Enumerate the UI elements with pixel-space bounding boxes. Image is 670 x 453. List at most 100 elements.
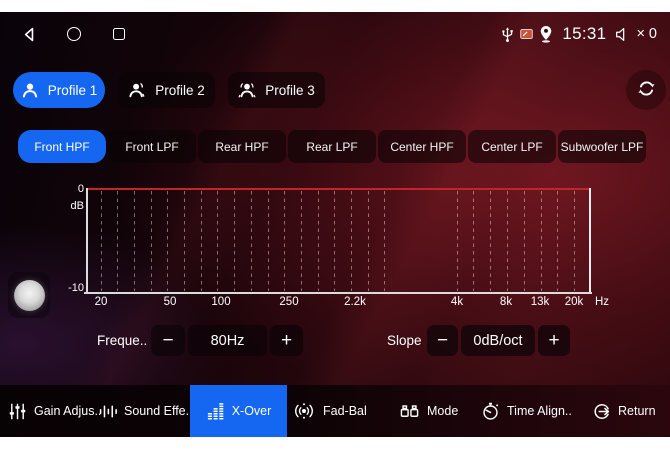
grid-line (557, 191, 558, 291)
grid-line (507, 191, 508, 291)
refresh-icon (635, 77, 658, 103)
profile-tab-3[interactable]: Profile 3 (228, 72, 325, 108)
filter-tab-label: Front HPF (34, 140, 89, 154)
nav-label: Gain Adjus.. (34, 404, 101, 418)
grid-line (368, 191, 369, 291)
stopwatch-icon (481, 402, 500, 421)
profile-tab-1[interactable]: Profile 1 (13, 72, 105, 108)
nav-return[interactable]: Return (592, 385, 656, 437)
grid-line (301, 191, 302, 291)
x-tick-label: 50 (164, 296, 177, 308)
filter-tab-rear-lpf[interactable]: Rear LPF (288, 130, 376, 163)
x-tick-label: 8k (500, 296, 512, 308)
profile-1-icon (21, 81, 39, 99)
location-icon (539, 25, 553, 43)
grid-line (151, 191, 152, 291)
storage-card-icon (520, 29, 533, 39)
x-tick-label: 2.2k (344, 296, 366, 308)
x-axis-line (84, 292, 592, 294)
filter-tab-label: Rear LPF (306, 140, 357, 154)
nav-time-align[interactable]: Time Align.. (481, 385, 572, 437)
nav-fad-bal[interactable]: Fad-Bal (292, 385, 367, 437)
slope-minus-button[interactable]: − (427, 325, 458, 356)
head-unit-screen: 15:31 × 0 Profile 1 Profile 2 Profile 3 … (0, 12, 670, 437)
plot-area (88, 188, 590, 292)
frequency-plus-button[interactable]: + (270, 325, 303, 356)
profile-2-icon (128, 81, 146, 99)
right-axis-line (589, 188, 591, 293)
home-button[interactable] (65, 25, 83, 43)
nav-label: Fad-Bal (323, 404, 367, 418)
grid-line (457, 191, 458, 291)
grid-line (574, 191, 575, 291)
grid-line (167, 191, 168, 291)
grid-line (384, 191, 385, 291)
profile-tab-label: Profile 1 (48, 83, 98, 98)
grid-line (234, 191, 235, 291)
gain-sliders-icon (8, 402, 27, 421)
volume-knob[interactable] (8, 272, 50, 318)
profile-tab-2[interactable]: Profile 2 (118, 72, 215, 108)
usb-icon (501, 26, 514, 43)
filter-tab-front-hpf[interactable]: Front HPF (18, 130, 106, 163)
sound-effect-bars-icon (98, 402, 117, 421)
frequency-value: 80Hz (188, 325, 267, 356)
back-button[interactable] (20, 25, 38, 43)
refresh-button[interactable] (626, 70, 666, 110)
filter-tab-label: Center LPF (481, 140, 542, 154)
filter-tab-label: Front LPF (125, 140, 178, 154)
grid-line (318, 191, 319, 291)
x-axis-unit-label: Hz (595, 296, 609, 308)
filter-tab-front-lpf[interactable]: Front LPF (108, 130, 196, 163)
nav-label: Sound Effe.. (124, 404, 193, 418)
x-tick-label: 100 (211, 296, 230, 308)
grid-line (134, 191, 135, 291)
nav-x-over[interactable]: X-Over (190, 385, 287, 437)
nav-label: Return (618, 404, 656, 418)
recents-icon (113, 28, 125, 40)
status-bar: 15:31 × 0 (0, 14, 670, 54)
filter-tab-center-hpf[interactable]: Center HPF (378, 130, 466, 163)
nav-mode[interactable]: Mode (399, 385, 458, 437)
filter-tab-label: Rear HPF (215, 140, 268, 154)
nav-label: Time Align.. (507, 404, 572, 418)
grid-line (184, 191, 185, 291)
profile-3-icon (238, 81, 256, 99)
slope-plus-button[interactable]: + (538, 325, 570, 356)
nav-sound-effe[interactable]: Sound Effe.. (98, 385, 193, 437)
nav-label: X-Over (232, 404, 272, 418)
grid-line (524, 191, 525, 291)
return-arrow-icon (592, 402, 611, 421)
slope-value: 0dB/oct (461, 325, 535, 356)
volume-muted-icon (615, 27, 630, 42)
clock: 15:31 (562, 24, 606, 44)
recents-button[interactable] (110, 25, 128, 43)
profile-tab-label: Profile 2 (155, 83, 205, 98)
grid-line (284, 191, 285, 291)
grid-line (117, 191, 118, 291)
y-axis-line (86, 188, 88, 294)
knob-circle (14, 280, 45, 311)
grid-line (473, 191, 474, 291)
equalizer-icon (206, 402, 225, 421)
filter-tab-subwoofer-lpf[interactable]: Subwoofer LPF (558, 130, 646, 163)
response-curve (88, 188, 590, 190)
frequency-minus-button[interactable]: − (151, 325, 185, 356)
filter-tab-center-lpf[interactable]: Center LPF (468, 130, 556, 163)
filter-tab-rear-hpf[interactable]: Rear HPF (198, 130, 286, 163)
x-tick-label: 13k (531, 296, 550, 308)
grid-line (217, 191, 218, 291)
grid-line (541, 191, 542, 291)
fader-balance-icon (292, 401, 316, 421)
grid-line (101, 191, 102, 291)
nav-gain-adjus[interactable]: Gain Adjus.. (8, 385, 101, 437)
nav-label: Mode (427, 404, 458, 418)
volume-level: × 0 (636, 26, 657, 42)
grid-line (334, 191, 335, 291)
grid-line (201, 191, 202, 291)
grid-line (351, 191, 352, 291)
android-nav-buttons (20, 25, 128, 43)
x-tick-label: 4k (451, 296, 463, 308)
filter-tab-label: Subwoofer LPF (561, 140, 644, 154)
y-axis-top-label: 0 (56, 183, 84, 195)
